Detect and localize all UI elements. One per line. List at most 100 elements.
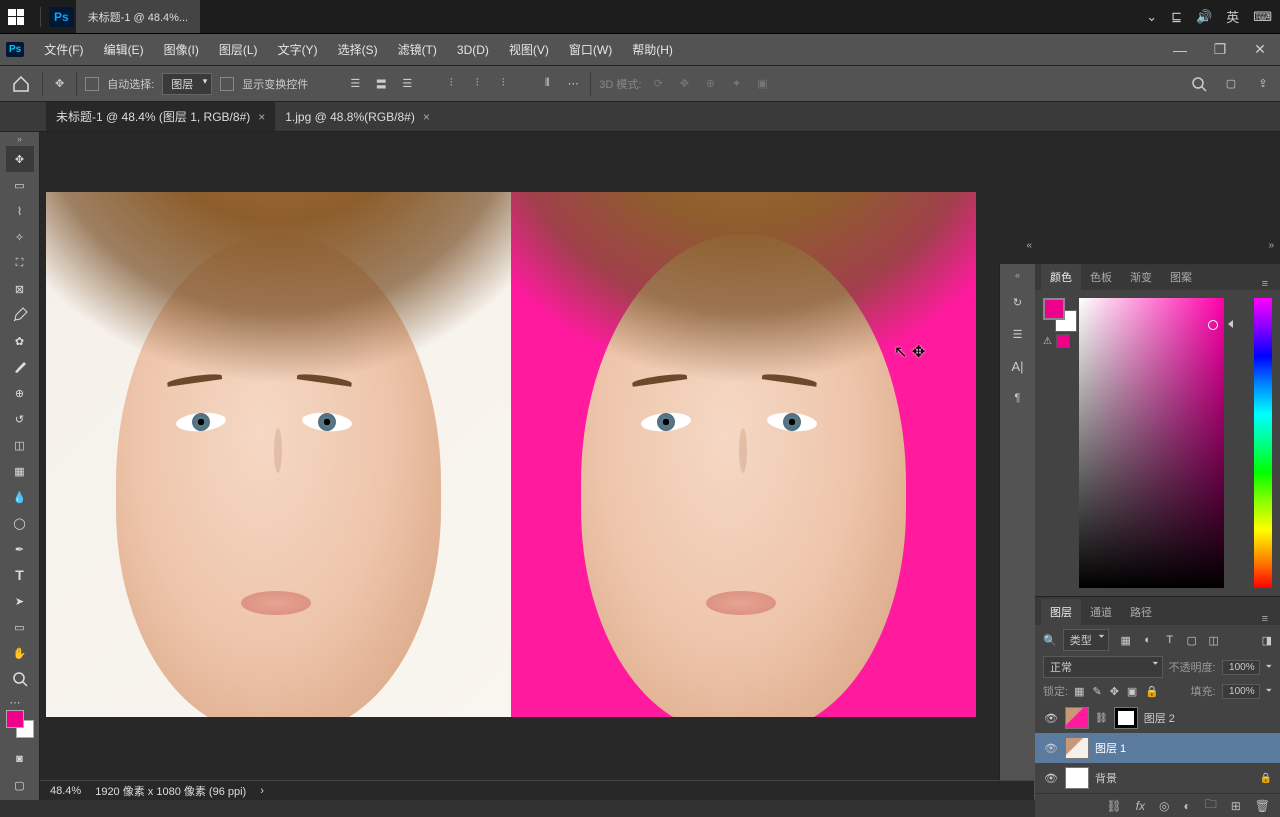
panel-menu-icon[interactable]: ≡ xyxy=(1262,278,1274,290)
history-icon[interactable]: ↻ xyxy=(1008,292,1028,312)
screen-mode-tool[interactable]: ▢ xyxy=(6,772,34,798)
filter-toggle[interactable]: ◨ xyxy=(1262,634,1272,647)
visibility-icon[interactable]: 👁 xyxy=(1043,742,1059,755)
layer-row[interactable]: 👁 ⛓ 图层 2 xyxy=(1035,703,1280,733)
close-icon[interactable]: × xyxy=(423,110,430,124)
maximize-button[interactable]: ❐ xyxy=(1200,35,1240,65)
layer-row[interactable]: 👁 背景 🔒 xyxy=(1035,763,1280,793)
pen-tool[interactable]: ✒ xyxy=(6,536,34,562)
dodge-tool[interactable]: ◯ xyxy=(6,510,34,536)
gradient-tool[interactable]: ▦ xyxy=(6,458,34,484)
blend-mode-dropdown[interactable]: 正常 xyxy=(1043,656,1163,678)
layer-mask-thumbnail[interactable] xyxy=(1114,707,1138,729)
gamut-color-box[interactable] xyxy=(1056,334,1070,348)
brush-tool[interactable] xyxy=(6,354,34,380)
panel-menu-icon[interactable]: ≡ xyxy=(1262,613,1274,625)
crop-tool[interactable]: ⛶ xyxy=(6,250,34,276)
type-tool[interactable]: T xyxy=(6,562,34,588)
filter-smart-icon[interactable]: ◫ xyxy=(1207,633,1221,647)
windows-start-icon[interactable] xyxy=(8,9,24,25)
tab-channels[interactable]: 通道 xyxy=(1081,599,1121,625)
lock-transparent-icon[interactable]: ▦ xyxy=(1074,685,1084,698)
fill-value[interactable]: 100% xyxy=(1222,684,1260,699)
layer-name[interactable]: 背景 xyxy=(1095,770,1117,786)
blur-tool[interactable]: 💧 xyxy=(6,484,34,510)
move-tool-icon[interactable]: ✥ xyxy=(51,73,68,94)
expand-icon[interactable]: « xyxy=(1015,270,1020,280)
layer-fx-icon[interactable]: fx xyxy=(1136,799,1145,813)
align-top-icon[interactable]: ⫶ xyxy=(442,75,460,93)
photoshop-badge-icon[interactable]: Ps xyxy=(49,7,74,27)
lock-artboard-icon[interactable]: ▣ xyxy=(1127,685,1137,698)
menu-edit[interactable]: 编辑(E) xyxy=(94,41,154,58)
chevron-right-icon[interactable]: › xyxy=(260,785,264,797)
hand-tool[interactable]: ✋ xyxy=(6,640,34,666)
layer-row[interactable]: 👁 图层 1 xyxy=(1035,733,1280,763)
new-layer-icon[interactable]: ⊞ xyxy=(1231,799,1241,813)
move-tool[interactable]: ✥ xyxy=(6,146,34,172)
align-bottom-icon[interactable]: ⫶ xyxy=(494,75,512,93)
tab-paths[interactable]: 路径 xyxy=(1121,599,1161,625)
layer-name[interactable]: 图层 1 xyxy=(1095,740,1126,756)
link-mask-icon[interactable]: ⛓ xyxy=(1095,713,1108,724)
gamut-warning-icon[interactable]: ⚠ xyxy=(1043,336,1052,347)
filter-pixel-icon[interactable]: ▦ xyxy=(1119,633,1133,647)
lock-icon[interactable]: 🔒 xyxy=(1260,773,1272,784)
menu-type[interactable]: 文字(Y) xyxy=(268,41,328,58)
document-tab-1[interactable]: 未标题-1 @ 48.4% (图层 1, RGB/8#) × xyxy=(46,102,275,131)
zoom-value[interactable]: 48.4% xyxy=(50,785,81,797)
doc-dimensions[interactable]: 1920 像素 x 1080 像素 (96 ppi) xyxy=(95,783,246,799)
collapse-icon[interactable]: « xyxy=(1026,240,1032,251)
history-brush-tool[interactable]: ↺ xyxy=(6,406,34,432)
menu-3d[interactable]: 3D(D) xyxy=(447,43,499,57)
lock-image-icon[interactable]: ✎ xyxy=(1092,685,1101,698)
filter-type-dropdown[interactable]: 类型 xyxy=(1063,629,1109,651)
healing-brush-tool[interactable]: ✿ xyxy=(6,328,34,354)
visibility-icon[interactable]: 👁 xyxy=(1043,772,1059,785)
close-icon[interactable]: × xyxy=(258,110,265,124)
filter-type-icon[interactable]: T xyxy=(1163,633,1177,647)
lasso-tool[interactable]: ⌇ xyxy=(6,198,34,224)
taskbar-app-tab[interactable]: 未标题-1 @ 48.4%... xyxy=(76,0,200,33)
align-left-icon[interactable]: ☰ xyxy=(346,75,364,93)
link-layers-icon[interactable]: ⛓ xyxy=(1106,799,1121,813)
menu-layer[interactable]: 图层(L) xyxy=(209,41,268,58)
align-center-h-icon[interactable]: 〓 xyxy=(372,75,390,93)
share-icon[interactable]: ⇪ xyxy=(1254,75,1272,93)
chevron-down-icon[interactable]: ⏷ xyxy=(1266,662,1272,672)
app-icon[interactable]: Ps xyxy=(6,42,24,57)
layer-thumbnail[interactable] xyxy=(1065,767,1089,789)
layer-thumbnail[interactable] xyxy=(1065,737,1089,759)
paragraph-icon[interactable]: ¶ xyxy=(1008,388,1028,408)
color-swatches[interactable] xyxy=(6,710,34,738)
clone-stamp-tool[interactable]: ⊕ xyxy=(6,380,34,406)
layer-thumbnail[interactable] xyxy=(1065,707,1089,729)
distribute-icon[interactable]: ⫴ xyxy=(538,75,556,93)
menu-window[interactable]: 窗口(W) xyxy=(559,41,622,58)
menu-help[interactable]: 帮助(H) xyxy=(622,41,683,58)
layer-name[interactable]: 图层 2 xyxy=(1144,710,1175,726)
align-right-icon[interactable]: ☰ xyxy=(398,75,416,93)
hue-slider[interactable] xyxy=(1254,298,1272,588)
canvas[interactable] xyxy=(46,192,976,717)
filter-search-icon[interactable]: 🔍 xyxy=(1043,634,1057,647)
tab-swatches[interactable]: 色板 xyxy=(1081,264,1121,290)
menu-filter[interactable]: 滤镜(T) xyxy=(388,41,447,58)
eraser-tool[interactable]: ◫ xyxy=(6,432,34,458)
foreground-color[interactable] xyxy=(6,710,24,728)
more-icon[interactable]: ⋯ xyxy=(564,75,582,93)
ime-icon[interactable]: ⌨ xyxy=(1253,9,1272,25)
auto-select-checkbox[interactable] xyxy=(85,77,99,91)
visibility-icon[interactable]: 👁 xyxy=(1043,712,1059,725)
close-button[interactable]: ✕ xyxy=(1240,35,1280,65)
frame-tool[interactable]: ⊠ xyxy=(6,276,34,302)
add-mask-icon[interactable]: ◎ xyxy=(1159,799,1169,813)
tab-color[interactable]: 颜色 xyxy=(1041,264,1081,290)
tab-gradients[interactable]: 渐变 xyxy=(1121,264,1161,290)
lock-position-icon[interactable]: ✥ xyxy=(1110,685,1119,698)
menu-file[interactable]: 文件(F) xyxy=(34,41,93,58)
align-middle-icon[interactable]: ⫶ xyxy=(468,75,486,93)
chevron-down-icon[interactable]: ⏷ xyxy=(1266,686,1272,696)
menu-view[interactable]: 视图(V) xyxy=(499,41,559,58)
minimize-button[interactable]: ― xyxy=(1160,35,1200,65)
